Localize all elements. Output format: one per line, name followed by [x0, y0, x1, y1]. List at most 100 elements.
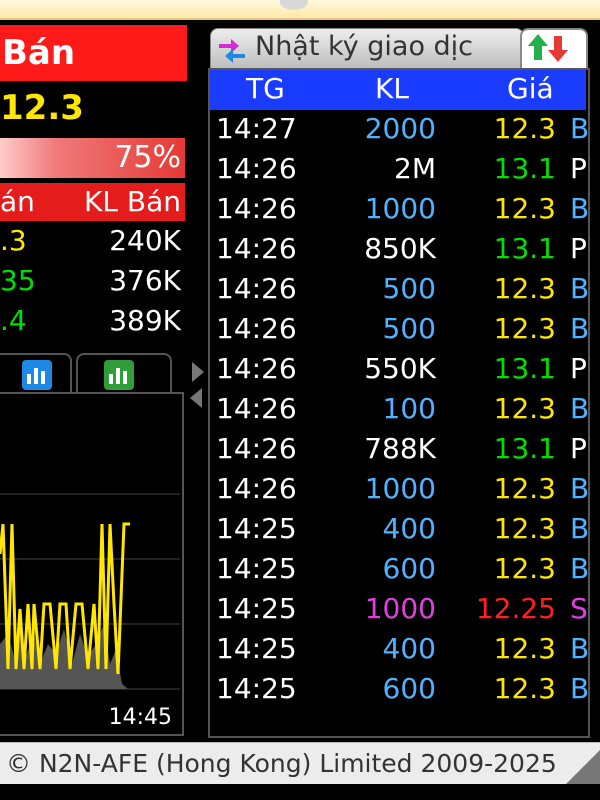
trade-time: 14:25	[216, 672, 297, 705]
trade-row[interactable]: 14:26 2M 13.1 P	[210, 152, 587, 192]
trade-side: S	[570, 592, 588, 625]
trade-row[interactable]: 14:26 1000 12.3 B	[210, 472, 590, 512]
trade-time: 14:25	[216, 592, 297, 625]
ask-volume: 240K	[109, 224, 181, 257]
trade-time: 14:25	[216, 512, 297, 545]
trade-volume: 1000	[364, 192, 436, 225]
tab-chart-green[interactable]	[76, 353, 172, 395]
trade-volume: 600	[382, 672, 436, 705]
intraday-chart-svg	[0, 493, 180, 690]
sell-header: Bán	[0, 25, 187, 81]
trade-time: 14:26	[216, 232, 297, 265]
trade-volume: 100	[382, 392, 436, 425]
trade-row[interactable]: 14:25 400 12.3 B	[210, 632, 590, 672]
current-price: 12.3	[0, 88, 84, 128]
trade-row[interactable]: 14:26 850K 13.1 P	[210, 232, 587, 272]
trade-side: B	[570, 312, 590, 345]
trade-time: 14:25	[216, 632, 297, 665]
sort-button[interactable]	[520, 28, 588, 72]
trade-price: 12.3	[493, 632, 556, 665]
trade-side: B	[570, 552, 590, 585]
ask-price: .4	[0, 304, 27, 337]
trade-price: 12.3	[493, 472, 556, 505]
trade-price: 12.3	[493, 392, 556, 425]
trade-time: 14:26	[216, 432, 297, 465]
footer: © N2N-AFE (Hong Kong) Limited 2009-2025	[0, 742, 600, 784]
trade-side: B	[570, 632, 590, 665]
ask-row: .3 240K	[0, 224, 185, 264]
swap-arrows-icon	[219, 39, 245, 63]
ask-volume-header: KL Bán	[84, 185, 181, 218]
intraday-chart: 14:45	[0, 392, 184, 736]
trade-volume: 550K	[364, 352, 436, 385]
time-header: TG	[246, 72, 285, 105]
chart-time-label: 14:45	[108, 705, 172, 730]
trade-volume: 2M	[394, 152, 436, 185]
sort-updown-icon	[528, 34, 568, 62]
trade-volume: 400	[382, 512, 436, 545]
trade-price: 12.3	[493, 112, 556, 145]
trade-price: 12.3	[493, 512, 556, 545]
trade-row[interactable]: 14:25 600 12.3 B	[210, 552, 590, 592]
chart-tab-strip	[0, 350, 185, 395]
ask-price-header: án	[0, 185, 35, 218]
trade-time: 14:25	[216, 552, 297, 585]
resize-corner-icon[interactable]	[560, 742, 600, 784]
trade-time: 14:26	[216, 352, 297, 385]
trade-time: 14:26	[216, 392, 297, 425]
trade-row[interactable]: 14:25 1000 12.25 S	[210, 592, 588, 632]
trade-row[interactable]: 14:26 788K 13.1 P	[210, 432, 587, 472]
trade-row[interactable]: 14:25 600 12.3 B	[210, 672, 590, 712]
trade-row[interactable]: 14:26 500 12.3 B	[210, 272, 590, 312]
trade-price: 12.25	[475, 592, 556, 625]
trade-row[interactable]: 14:27 2000 12.3 B	[210, 112, 590, 152]
trade-volume: 2000	[364, 112, 436, 145]
tab-trade-journal[interactable]: Nhật ký giao dịc	[210, 28, 524, 70]
trade-side: B	[570, 392, 590, 425]
price-header: Giá	[507, 72, 554, 105]
panel-collapse-arrows[interactable]	[188, 360, 206, 410]
footer-bottom-bar	[0, 784, 600, 800]
sell-ratio-label: 75%	[114, 140, 181, 175]
trade-side: B	[570, 472, 590, 505]
trade-time: 14:27	[216, 112, 297, 145]
trade-row[interactable]: 14:26 1000 12.3 B	[210, 192, 590, 232]
trade-row[interactable]: 14:26 550K 13.1 P	[210, 352, 587, 392]
trade-volume: 600	[382, 552, 436, 585]
trade-price: 12.3	[493, 552, 556, 585]
trade-price: 12.3	[493, 272, 556, 305]
copyright-text: © N2N-AFE (Hong Kong) Limited 2009-2025	[6, 749, 557, 778]
trade-side: B	[570, 672, 590, 705]
chart-green-icon	[104, 360, 134, 390]
tab-chart-blue[interactable]	[0, 353, 72, 395]
ask-price: .3	[0, 224, 27, 257]
trade-side: P	[570, 232, 587, 265]
trade-side: P	[570, 432, 587, 465]
trade-side: P	[570, 352, 587, 385]
trade-side: B	[570, 112, 590, 145]
trade-price: 12.3	[493, 672, 556, 705]
trade-volume: 850K	[364, 232, 436, 265]
trade-price: 12.3	[493, 312, 556, 345]
top-bar	[0, 0, 600, 20]
trade-time: 14:26	[216, 312, 297, 345]
trade-volume: 1000	[364, 472, 436, 505]
drag-handle[interactable]	[280, 0, 308, 10]
trade-time: 14:26	[216, 472, 297, 505]
trade-price: 13.1	[493, 232, 556, 265]
trade-price: 13.1	[493, 152, 556, 185]
trade-price: 13.1	[493, 432, 556, 465]
ask-row: 35 376K	[0, 264, 185, 304]
trade-row[interactable]: 14:26 100 12.3 B	[210, 392, 590, 432]
trade-row[interactable]: 14:26 500 12.3 B	[210, 312, 590, 352]
trade-side: B	[570, 192, 590, 225]
trade-side: B	[570, 272, 590, 305]
trade-table-header: TG KL Giá	[210, 70, 586, 110]
chart-blue-icon	[22, 360, 52, 390]
trade-volume: 500	[382, 272, 436, 305]
trade-volume: 500	[382, 312, 436, 345]
trade-row[interactable]: 14:25 400 12.3 B	[210, 512, 589, 552]
ask-price: 35	[0, 264, 36, 297]
trade-time: 14:26	[216, 152, 297, 185]
ask-table-header: án KL Bán	[0, 183, 185, 221]
